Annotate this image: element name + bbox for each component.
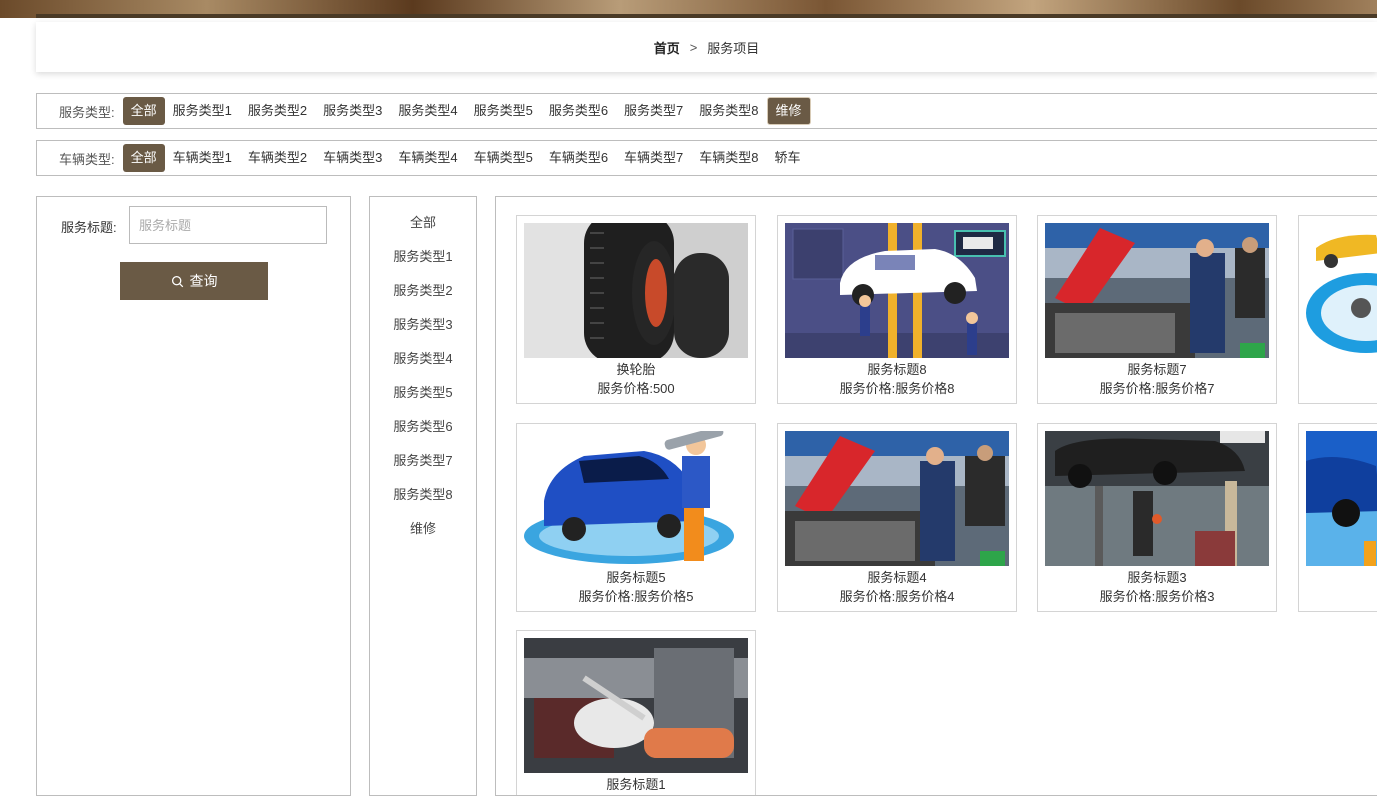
service-type-label: 服务类型: bbox=[59, 104, 115, 120]
category-item-7[interactable]: 服务类型7 bbox=[370, 450, 476, 469]
category-item-all[interactable]: 全部 bbox=[370, 212, 476, 231]
service-card-price: 服务价格:服务价格4 bbox=[839, 589, 955, 604]
search-button[interactable]: 查询 bbox=[120, 262, 268, 300]
vehicle-type-label: 车辆类型: bbox=[59, 151, 115, 167]
service-card[interactable]: 服务标题8 服务价格:服务价格8 bbox=[777, 215, 1017, 404]
service-type-option-2[interactable]: 服务类型2 bbox=[240, 97, 315, 125]
service-card-title: 服务标题5 bbox=[606, 570, 666, 585]
category-item-6[interactable]: 服务类型6 bbox=[370, 416, 476, 435]
category-item-3[interactable]: 服务类型3 bbox=[370, 314, 476, 333]
category-item-5[interactable]: 服务类型5 bbox=[370, 382, 476, 401]
service-type-option-repair[interactable]: 维修 bbox=[766, 97, 811, 125]
breadcrumb-current: 服务项目 bbox=[707, 40, 760, 56]
service-type-option-5[interactable]: 服务类型5 bbox=[466, 97, 541, 125]
service-card-price: 服务价格:服务价格5 bbox=[578, 589, 694, 604]
service-card[interactable]: 服务标题1 bbox=[516, 630, 756, 795]
service-type-option-4[interactable]: 服务类型4 bbox=[390, 97, 465, 125]
service-card-image bbox=[524, 638, 748, 773]
category-list: 全部 服务类型1 服务类型2 服务类型3 服务类型4 服务类型5 服务类型6 服… bbox=[369, 196, 477, 796]
service-card-price: 服务价格:500 bbox=[597, 381, 675, 396]
service-card[interactable]: 换轮胎 服务价格:500 bbox=[516, 215, 756, 404]
vehicle-type-option-1[interactable]: 车辆类型1 bbox=[165, 144, 240, 172]
breadcrumb-home-link[interactable]: 首页 bbox=[654, 38, 680, 57]
service-card-image bbox=[785, 431, 1009, 566]
service-card-image bbox=[1045, 431, 1269, 566]
breadcrumb-separator: > bbox=[689, 39, 698, 55]
service-type-option-3[interactable]: 服务类型3 bbox=[315, 97, 390, 125]
service-type-option-1[interactable]: 服务类型1 bbox=[165, 97, 240, 125]
service-card-grid: 换轮胎 服务价格:500 服务标题8 服务价格:服务价格8 服务标题7 服务价格… bbox=[495, 196, 1377, 796]
vehicle-type-option-5[interactable]: 车辆类型5 bbox=[466, 144, 541, 172]
service-card-title: 换轮胎 bbox=[616, 362, 656, 377]
service-type-option-8[interactable]: 服务类型8 bbox=[691, 97, 766, 125]
search-icon bbox=[171, 275, 183, 287]
search-panel: 服务标题: 查询 bbox=[36, 196, 351, 796]
vehicle-type-option-3[interactable]: 车辆类型3 bbox=[315, 144, 390, 172]
service-type-filter: 服务类型: 全部 服务类型1 服务类型2 服务类型3 服务类型4 服务类型5 服… bbox=[36, 93, 1377, 129]
service-card-price: 服务价格:服务价格7 bbox=[1099, 381, 1215, 396]
service-card-image bbox=[1306, 431, 1377, 566]
category-item-4[interactable]: 服务类型4 bbox=[370, 348, 476, 367]
vehicle-type-option-all[interactable]: 全部 bbox=[122, 144, 165, 172]
category-item-repair[interactable]: 维修 bbox=[370, 518, 476, 537]
service-card-title: 服务标题8 bbox=[867, 362, 927, 377]
vehicle-type-filter: 车辆类型: 全部 车辆类型1 车辆类型2 车辆类型3 车辆类型4 车辆类型5 车… bbox=[36, 140, 1377, 176]
service-type-option-all[interactable]: 全部 bbox=[122, 97, 165, 125]
service-card-image bbox=[785, 223, 1009, 358]
search-title-input[interactable] bbox=[129, 206, 327, 244]
category-item-8[interactable]: 服务类型8 bbox=[370, 484, 476, 503]
service-card-price: 服务价格:服务价格8 bbox=[839, 381, 955, 396]
vehicle-type-option-6[interactable]: 车辆类型6 bbox=[541, 144, 616, 172]
vehicle-type-option-sedan[interactable]: 轿车 bbox=[767, 144, 809, 172]
service-card[interactable] bbox=[1298, 423, 1377, 612]
service-card[interactable]: 服务标题3 服务价格:服务价格3 bbox=[1037, 423, 1277, 612]
service-card-title: 服务标题3 bbox=[1127, 570, 1187, 585]
vehicle-type-option-7[interactable]: 车辆类型7 bbox=[616, 144, 691, 172]
service-card[interactable]: 服务标题4 服务价格:服务价格4 bbox=[777, 423, 1017, 612]
service-card[interactable]: 服务标题7 服务价格:服务价格7 bbox=[1037, 215, 1277, 404]
vehicle-type-option-2[interactable]: 车辆类型2 bbox=[240, 144, 315, 172]
search-button-label: 查询 bbox=[189, 273, 218, 289]
service-card-title: 服务标题4 bbox=[867, 570, 927, 585]
service-card-image bbox=[1045, 223, 1269, 358]
category-item-1[interactable]: 服务类型1 bbox=[370, 246, 476, 265]
vehicle-type-option-4[interactable]: 车辆类型4 bbox=[390, 144, 465, 172]
service-card-title: 服务标题7 bbox=[1127, 362, 1187, 377]
vehicle-type-option-8[interactable]: 车辆类型8 bbox=[691, 144, 766, 172]
service-card-image bbox=[524, 431, 748, 566]
category-item-2[interactable]: 服务类型2 bbox=[370, 280, 476, 299]
service-type-option-7[interactable]: 服务类型7 bbox=[616, 97, 691, 125]
service-card-price: 服务价格:服务价格3 bbox=[1099, 589, 1215, 604]
search-title-label: 服务标题: bbox=[61, 220, 117, 235]
service-type-option-6[interactable]: 服务类型6 bbox=[541, 97, 616, 125]
service-card-image bbox=[524, 223, 748, 358]
service-card[interactable]: 服务标题5 服务价格:服务价格5 bbox=[516, 423, 756, 612]
service-card[interactable] bbox=[1298, 215, 1377, 404]
service-card-image bbox=[1306, 223, 1377, 358]
top-banner bbox=[0, 0, 1377, 18]
breadcrumb: 首页 > 服务项目 bbox=[36, 22, 1377, 72]
